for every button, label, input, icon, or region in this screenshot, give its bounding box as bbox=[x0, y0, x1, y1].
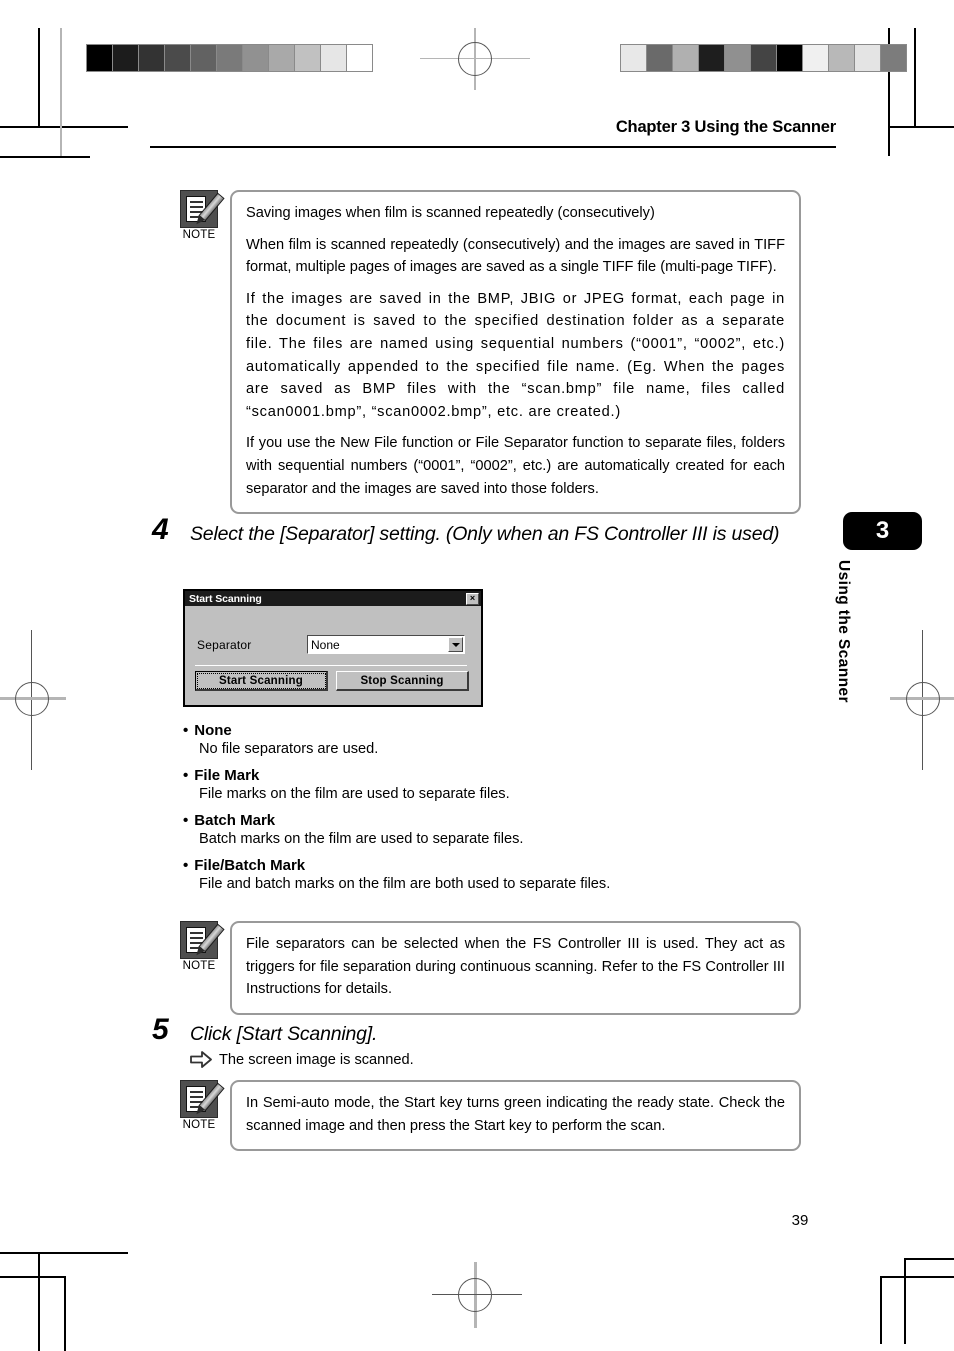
wedge-patch bbox=[803, 45, 829, 71]
note-paragraph: Saving images when film is scanned repea… bbox=[246, 205, 655, 221]
list-item-term: • Batch Mark bbox=[183, 812, 803, 829]
note-caption: NOTE bbox=[182, 1119, 216, 1131]
option-name: None bbox=[194, 722, 232, 739]
step-5-result: The screen image is scanned. bbox=[190, 1051, 414, 1068]
note-paragraph: If you use the New File function or File… bbox=[246, 435, 785, 497]
bullet-icon: • bbox=[183, 857, 189, 874]
step-number: 4 bbox=[152, 513, 169, 546]
wedge-patch bbox=[165, 45, 191, 71]
note-paragraph: When film is scanned repeatedly (consecu… bbox=[246, 236, 785, 276]
close-icon[interactable]: × bbox=[466, 592, 479, 605]
list-item-desc: No file separators are used. bbox=[199, 741, 379, 757]
page-number: 39 bbox=[791, 1212, 809, 1229]
grayscale-wedge-left bbox=[86, 44, 373, 72]
start-scanning-dialog[interactable]: Start Scanning × Separator None Start Sc… bbox=[183, 589, 483, 707]
option-name: File Mark bbox=[194, 767, 260, 784]
list-item-term: • None bbox=[183, 722, 803, 739]
note-body: Saving images when film is scanned repea… bbox=[230, 190, 801, 515]
step-5: 5 Click [Start Scanning]. bbox=[152, 1013, 807, 1048]
separator-options-list: • None No file separators are used. • File… bbox=[183, 722, 803, 902]
note-paragraph: File separators can be selected when the… bbox=[246, 936, 785, 998]
note-body: File separators can be selected when the… bbox=[230, 921, 801, 1015]
note-pencil-icon bbox=[180, 921, 225, 959]
wedge-patch bbox=[647, 45, 673, 71]
step-number: 5 bbox=[152, 1013, 169, 1046]
option-name: File/Batch Mark bbox=[194, 857, 306, 874]
wedge-patch bbox=[699, 45, 725, 71]
header-divider bbox=[150, 146, 836, 148]
bullet-icon: • bbox=[183, 767, 189, 784]
dialog-title: Start Scanning bbox=[189, 592, 262, 605]
note-caption: NOTE bbox=[182, 960, 216, 972]
list-item-desc: Batch marks on the film are used to sepa… bbox=[199, 831, 524, 847]
dialog-button-row: Start Scanning Stop Scanning bbox=[195, 671, 469, 691]
chevron-down-icon[interactable] bbox=[448, 637, 463, 652]
bullet-icon: • bbox=[183, 812, 189, 829]
wedge-patch bbox=[855, 45, 881, 71]
step-title: Click [Start Scanning]. bbox=[190, 1023, 378, 1045]
list-item-term: • File Mark bbox=[183, 767, 803, 784]
start-scanning-button[interactable]: Start Scanning bbox=[195, 671, 328, 691]
chapter-tab-label: Using the Scanner bbox=[835, 560, 852, 703]
step-4: 4 Select the [Separator] setting. (Only … bbox=[152, 513, 807, 548]
dialog-divider bbox=[195, 665, 467, 666]
separator-value: None bbox=[311, 637, 340, 652]
list-item-desc: File marks on the film are used to separ… bbox=[199, 786, 510, 802]
note-pencil-icon bbox=[180, 190, 225, 228]
list-item-desc: File and batch marks on the film are bot… bbox=[199, 876, 611, 892]
stop-scanning-button[interactable]: Stop Scanning bbox=[336, 671, 469, 691]
note-paragraph: In Semi-auto mode, the Start key turns g… bbox=[246, 1095, 785, 1134]
option-name: Batch Mark bbox=[194, 812, 276, 829]
wedge-patch bbox=[139, 45, 165, 71]
separator-row: Separator None bbox=[197, 635, 465, 654]
wedge-patch bbox=[881, 45, 906, 71]
note-caption: NOTE bbox=[182, 229, 216, 241]
wedge-patch bbox=[621, 45, 647, 71]
wedge-patch bbox=[347, 45, 372, 71]
wedge-patch bbox=[191, 45, 217, 71]
note-pencil-icon bbox=[180, 1080, 225, 1118]
wedge-patch bbox=[751, 45, 777, 71]
note-icon: NOTE bbox=[176, 190, 225, 241]
wedge-patch bbox=[777, 45, 803, 71]
separator-dropdown[interactable]: None bbox=[307, 635, 465, 654]
result-text: The screen image is scanned. bbox=[219, 1051, 414, 1068]
wedge-patch bbox=[87, 45, 113, 71]
page-title: Chapter 3 Using the Scanner bbox=[615, 118, 836, 136]
note-body: In Semi-auto mode, the Start key turns g… bbox=[230, 1080, 801, 1152]
wedge-patch bbox=[243, 45, 269, 71]
grayscale-wedge-right bbox=[620, 44, 907, 72]
note-icon: NOTE bbox=[176, 1080, 225, 1131]
wedge-patch bbox=[217, 45, 243, 71]
chapter-tab-number: 3 bbox=[843, 512, 922, 550]
wedge-patch bbox=[269, 45, 295, 71]
wedge-patch bbox=[113, 45, 139, 71]
wedge-patch bbox=[321, 45, 347, 71]
separator-label: Separator bbox=[197, 637, 252, 652]
note-block-semi-auto: NOTE In Semi-auto mode, the Start key tu… bbox=[176, 1080, 801, 1152]
note-block-saving-images: NOTE Saving images when film is scanned … bbox=[176, 190, 801, 515]
bullet-icon: • bbox=[183, 722, 189, 739]
note-block-file-separators: NOTE File separators can be selected whe… bbox=[176, 921, 801, 1015]
wedge-patch bbox=[725, 45, 751, 71]
note-paragraph: If the images are saved in the BMP, JBIG… bbox=[246, 290, 785, 420]
note-icon: NOTE bbox=[176, 921, 225, 972]
wedge-patch bbox=[829, 45, 855, 71]
step-title: Select the [Separator] setting. (Only wh… bbox=[190, 523, 780, 545]
dialog-title-bar: Start Scanning × bbox=[185, 591, 481, 606]
arrow-right-icon bbox=[190, 1051, 212, 1068]
wedge-patch bbox=[295, 45, 321, 71]
wedge-patch bbox=[673, 45, 699, 71]
list-item-term: • File/Batch Mark bbox=[183, 857, 803, 874]
